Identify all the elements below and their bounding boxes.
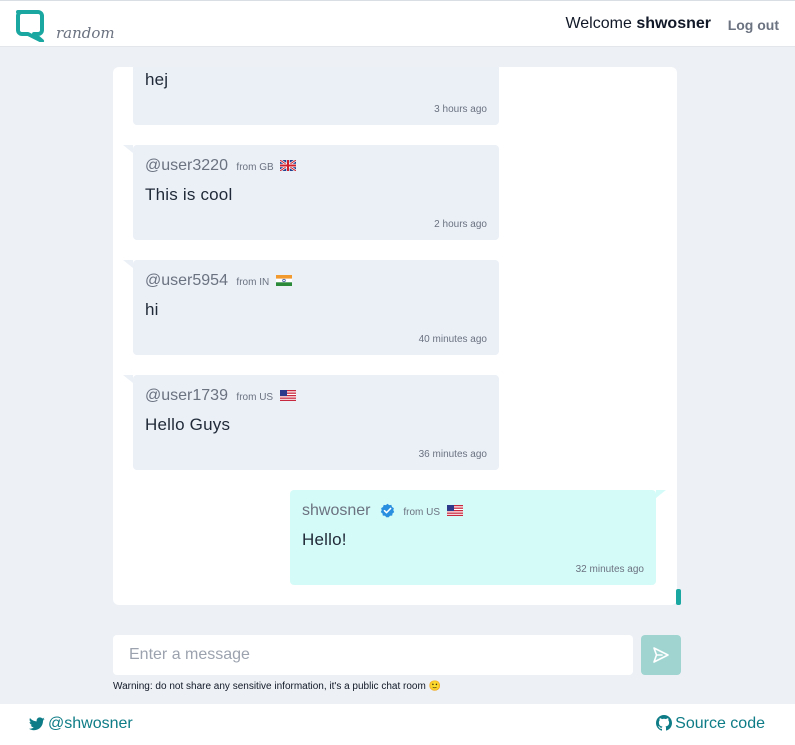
twitter-link[interactable]: @shwosner: [28, 715, 133, 733]
us-flag-icon: [279, 390, 296, 401]
source-code-label: Source code: [675, 715, 765, 732]
bubble-tail: [656, 490, 666, 498]
chat-bubble-logo-icon: [16, 10, 44, 43]
message-username[interactable]: @user5954: [145, 272, 228, 289]
message-time: 40 minutes ago: [418, 334, 487, 345]
welcome-prefix: Welcome: [565, 15, 632, 32]
send-icon: [653, 647, 669, 663]
message-bubble: @user3220 from GB This is cool 2 hours a…: [123, 145, 499, 240]
message-input[interactable]: [113, 635, 633, 675]
message-time: 32 minutes ago: [575, 564, 644, 575]
welcome-message: Welcome shwosner: [565, 15, 711, 33]
current-username: shwosner: [636, 15, 711, 32]
message-header: @user1739 from US: [145, 387, 296, 405]
verified-badge-icon: [380, 503, 395, 518]
bubble-tail: [123, 145, 133, 153]
logo-text: random: [56, 24, 115, 42]
message-origin: from IN: [236, 277, 270, 288]
send-button[interactable]: [641, 635, 681, 675]
message-bubble: @user5954 from IN hi 40 minutes ago: [123, 260, 499, 355]
bubble-tail: [123, 260, 133, 268]
github-icon: [656, 715, 673, 731]
chat-window[interactable]: hej 3 hours ago @user3220 from GB This i…: [113, 67, 677, 605]
message-origin: from GB: [236, 162, 274, 173]
twitter-handle: @shwosner: [48, 715, 133, 732]
message-time: 3 hours ago: [434, 104, 487, 115]
app-logo[interactable]: random: [14, 8, 115, 43]
chat-scrollbar-thumb[interactable]: [676, 589, 681, 605]
message-origin: from US: [403, 507, 441, 518]
message-text: hej: [145, 70, 169, 89]
privacy-warning: Warning: do not share any sensitive info…: [113, 681, 442, 692]
source-code-link[interactable]: Source code: [656, 715, 765, 733]
gb-flag-icon: [280, 160, 297, 171]
message-bubble: @user1739 from US Hello Guys 36 minutes …: [123, 375, 499, 470]
message-header: shwosner from US: [302, 502, 463, 520]
message-origin: from US: [236, 392, 274, 403]
message-text: Hello Guys: [145, 415, 231, 434]
message-username[interactable]: shwosner: [302, 502, 370, 519]
top-bar: random Welcome shwosner Log out: [0, 0, 795, 47]
bubble-tail: [123, 375, 133, 383]
message-header: @user3220 from GB: [145, 157, 297, 175]
message-text: This is cool: [145, 185, 233, 204]
message-text: Hello!: [302, 530, 347, 549]
message-header: @user5954 from IN: [145, 272, 292, 290]
message-text: hi: [145, 300, 159, 319]
message-time: 36 minutes ago: [418, 449, 487, 460]
message-username[interactable]: @user3220: [145, 157, 228, 174]
footer: @shwosner Source code: [0, 704, 795, 745]
message-bubble: hej 3 hours ago: [133, 67, 499, 125]
message-username[interactable]: @user1739: [145, 387, 228, 404]
twitter-icon: [28, 717, 45, 731]
logout-button[interactable]: Log out: [728, 17, 779, 33]
message-time: 2 hours ago: [434, 219, 487, 230]
own-message-bubble: shwosner from US Hello! 32 minutes ago: [290, 490, 666, 585]
in-flag-icon: [275, 275, 292, 286]
us-flag-icon: [446, 505, 463, 516]
